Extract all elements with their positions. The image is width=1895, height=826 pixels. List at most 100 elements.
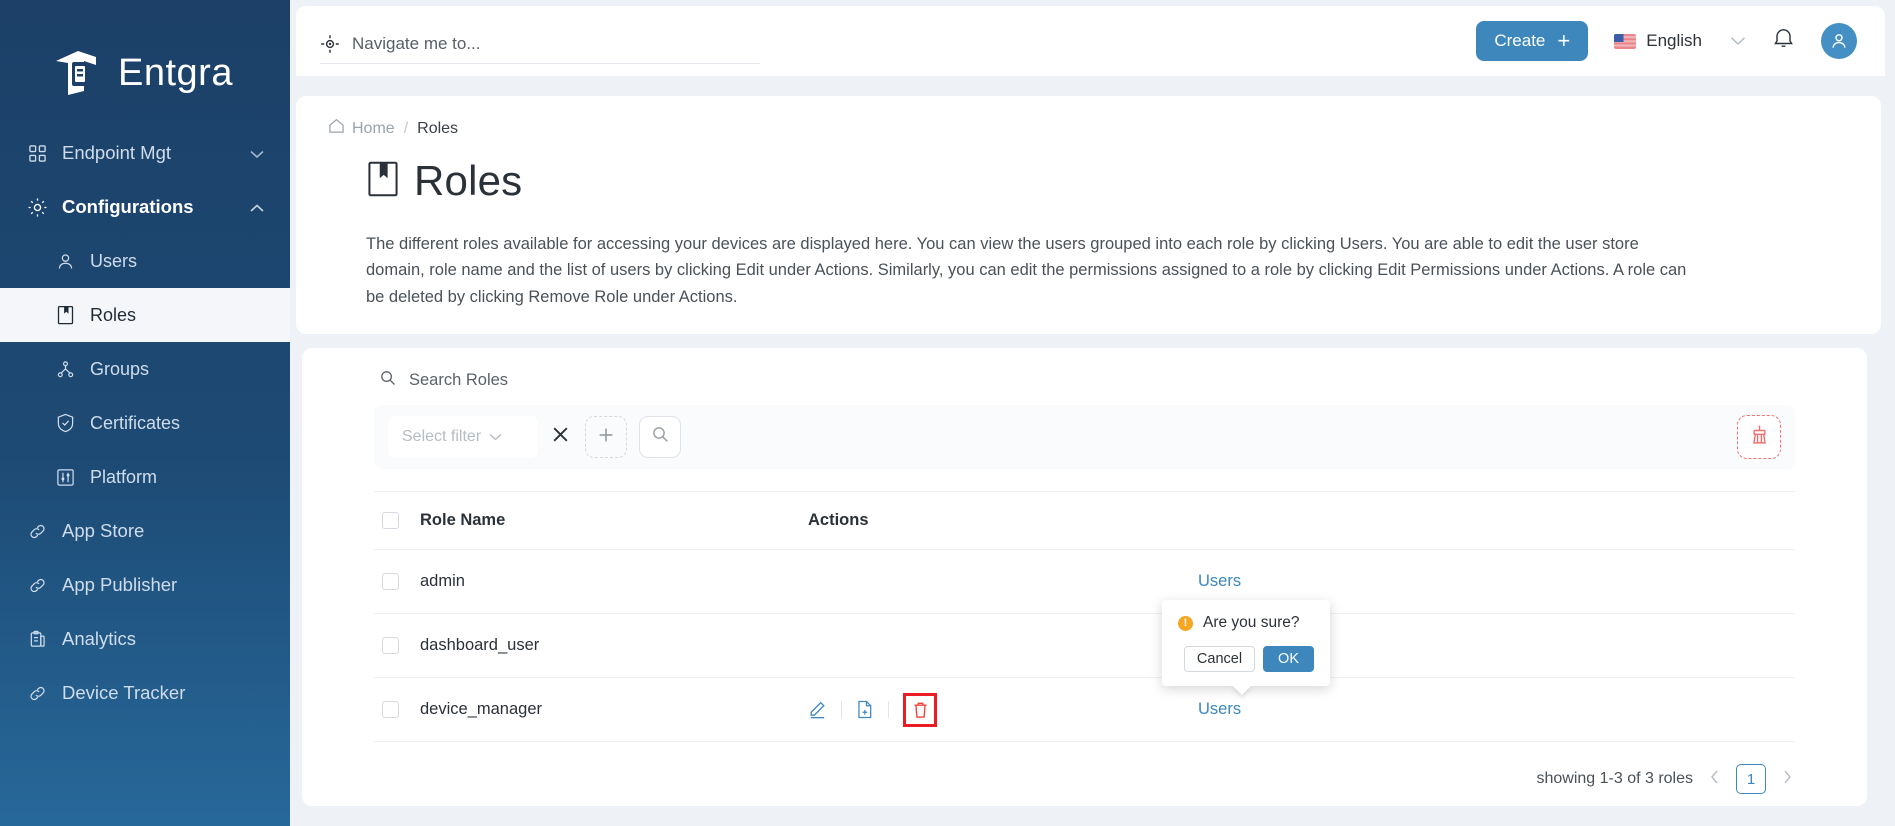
shield-check-icon	[54, 412, 76, 434]
row-select-cell	[374, 573, 420, 591]
table-header-row: Role Name Actions	[374, 492, 1795, 551]
row-checkbox[interactable]	[382, 573, 399, 591]
create-button[interactable]: Create +	[1476, 21, 1589, 61]
cell-role-name: dashboard_user	[420, 636, 540, 655]
sidebar-item-device-tracker[interactable]: Device Tracker	[0, 666, 290, 720]
search-zone: Search Roles Select filter	[302, 348, 1867, 470]
roles-table: Role Name Actions admin Users dashboard_…	[374, 491, 1795, 743]
chevron-down-icon	[1730, 31, 1746, 51]
sidebar-item-analytics[interactable]: Analytics	[0, 612, 290, 666]
chevron-up-icon	[250, 196, 264, 218]
plus-icon: +	[1557, 28, 1571, 53]
cell-users: Users	[1198, 700, 1795, 719]
sidebar-item-roles[interactable]: Roles	[0, 288, 290, 342]
app-root: Entgra Endpoint Mgt Configurations Users…	[0, 0, 1895, 826]
table-row[interactable]: dashboard_user Users	[374, 614, 1795, 679]
select-filter-label: Select filter	[402, 428, 482, 446]
row-select-cell	[374, 637, 420, 655]
add-filter-button[interactable]	[585, 416, 627, 459]
plus-icon	[597, 424, 615, 450]
select-all-cell	[374, 512, 420, 530]
popover-message-row: ! Are you sure?	[1178, 614, 1314, 632]
bell-icon[interactable]	[1772, 26, 1795, 56]
sidebar-item-groups[interactable]: Groups	[0, 342, 290, 396]
delete-icon[interactable]	[912, 701, 929, 719]
popover-buttons: Cancel OK	[1178, 646, 1314, 672]
users-link[interactable]: Users	[1198, 700, 1241, 718]
delete-button-highlight[interactable]	[903, 692, 937, 727]
exclamation-circle-icon: !	[1178, 615, 1193, 631]
sidebar-item-app-publisher[interactable]: App Publisher	[0, 558, 290, 612]
page-title-text: Roles	[414, 157, 523, 204]
language-selector[interactable]: English	[1614, 31, 1746, 51]
confirm-delete-popover: ! Are you sure? Cancel OK	[1162, 600, 1330, 695]
brand-logo[interactable]: Entgra	[0, 0, 290, 120]
sidebar-item-label: Configurations	[62, 196, 194, 217]
sidebar-item-configurations[interactable]: Configurations	[0, 180, 290, 234]
link-icon	[26, 520, 48, 542]
sidebar-item-label: App Store	[62, 520, 145, 541]
select-all-checkbox[interactable]	[382, 512, 399, 530]
book-icon	[54, 304, 76, 326]
sidebar-item-label: Analytics	[62, 628, 137, 649]
select-filter-dropdown[interactable]: Select filter	[388, 416, 538, 459]
main-area: Create + English	[290, 0, 1895, 826]
grid-icon	[26, 142, 48, 164]
table-row[interactable]: admin Users	[374, 550, 1795, 615]
sidebar-item-label: Platform	[90, 466, 158, 487]
breadcrumb-home[interactable]: Home	[328, 118, 395, 139]
cell-role-name: device_manager	[420, 700, 542, 719]
us-flag-icon	[1614, 33, 1637, 49]
link-icon	[26, 682, 48, 704]
clipboard-icon	[26, 628, 48, 650]
page-number-1[interactable]: 1	[1736, 764, 1766, 795]
chevron-right-icon[interactable]	[1780, 769, 1795, 789]
entgra-logo-icon	[48, 45, 104, 101]
sidebar-nav: Endpoint Mgt Configurations Users Roles …	[0, 126, 290, 720]
page-header-card: Home / Roles Roles The different roles a…	[296, 96, 1881, 335]
action-separator	[888, 701, 889, 719]
cell-role-name: admin	[420, 572, 465, 591]
sidebar-item-label: Endpoint Mgt	[62, 142, 172, 163]
cancel-button[interactable]: Cancel	[1183, 646, 1256, 672]
sidebar-item-endpoint-mgt[interactable]: Endpoint Mgt	[0, 126, 290, 180]
clear-all-button[interactable]	[1737, 415, 1781, 460]
page-title: Roles	[296, 139, 1881, 205]
top-bar: Create + English	[296, 6, 1885, 76]
row-checkbox[interactable]	[382, 637, 399, 655]
run-search-button[interactable]	[639, 416, 681, 459]
table-row[interactable]: device_manager Users	[374, 678, 1795, 743]
broom-icon	[1749, 424, 1770, 450]
sidebar-item-label: Device Tracker	[62, 682, 186, 703]
search-roles-label-row[interactable]: Search Roles	[302, 370, 1867, 391]
edit-permissions-icon[interactable]	[856, 700, 874, 719]
popover-message: Are you sure?	[1203, 614, 1300, 631]
navigate-search[interactable]	[320, 24, 760, 64]
user-icon	[54, 250, 76, 272]
link-icon	[26, 574, 48, 596]
sidebar-item-users[interactable]: Users	[0, 234, 290, 288]
clear-filter-button[interactable]	[552, 426, 569, 449]
sliders-icon	[54, 466, 76, 488]
ok-button[interactable]: OK	[1263, 646, 1314, 672]
row-select-cell	[374, 701, 420, 719]
column-header-actions: Actions	[808, 511, 869, 530]
locate-icon	[320, 34, 340, 54]
action-separator	[841, 701, 842, 719]
row-checkbox[interactable]	[382, 701, 399, 719]
breadcrumb-current: Roles	[417, 119, 459, 137]
search-icon	[652, 426, 669, 448]
search-input[interactable]	[352, 33, 760, 54]
breadcrumb: Home / Roles	[296, 114, 1881, 139]
sidebar-item-app-store[interactable]: App Store	[0, 504, 290, 558]
sidebar-item-certificates[interactable]: Certificates	[0, 396, 290, 450]
sidebar-item-platform[interactable]: Platform	[0, 450, 290, 504]
users-link[interactable]: Users	[1198, 572, 1241, 590]
edit-icon[interactable]	[808, 700, 827, 719]
avatar[interactable]	[1821, 23, 1857, 59]
sitemap-icon	[54, 358, 76, 380]
sidebar-item-label: Certificates	[90, 412, 181, 433]
breadcrumb-separator: /	[403, 119, 409, 137]
cell-actions	[808, 692, 1198, 727]
chevron-left-icon[interactable]	[1707, 769, 1722, 789]
